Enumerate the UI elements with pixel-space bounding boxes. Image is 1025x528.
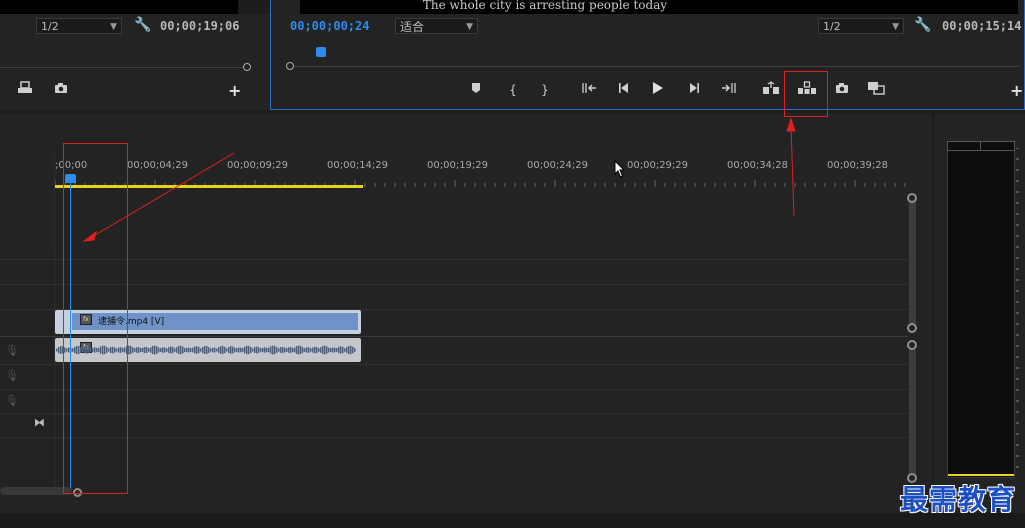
annotation-arrowhead [82,230,97,242]
watermark: 最需教育 [900,483,1017,516]
annotation-arrow-line [790,125,795,217]
annotation-arrowhead [786,117,796,132]
annotation-arrow-line [89,152,235,239]
mouse-cursor-icon [614,160,626,178]
annotation-arrows [82,117,796,242]
